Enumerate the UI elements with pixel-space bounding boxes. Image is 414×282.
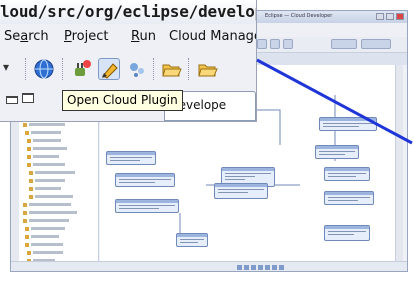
diagram-node[interactable]: [324, 225, 370, 241]
dropdown-arrow-icon[interactable]: ▾: [3, 60, 9, 74]
bubbles-icon[interactable]: [126, 58, 148, 80]
toolbar-button[interactable]: [283, 39, 293, 49]
diagram-node[interactable]: [324, 191, 374, 205]
tooltip-open-cloud-plugin: Open Cloud Plugin: [62, 90, 183, 111]
project-explorer-tree: [19, 103, 99, 271]
window-title: loud/src/org/eclipse/developer/cl: [0, 2, 256, 21]
toolbar-button[interactable]: [257, 39, 267, 49]
zoom-palette: [237, 265, 287, 270]
menu-project[interactable]: Project: [64, 29, 109, 44]
menu-cloud-manager[interactable]: Cloud Manager: [169, 29, 256, 44]
maximize-window-button[interactable]: [386, 13, 394, 20]
toolbar: ▾: [0, 48, 256, 88]
diagram-node[interactable]: [115, 173, 175, 187]
close-window-button[interactable]: [396, 13, 404, 20]
plug-icon[interactable]: [71, 58, 93, 80]
diagram-node[interactable]: [315, 145, 359, 159]
diagram-node[interactable]: [106, 151, 156, 165]
status-bar: [11, 261, 407, 271]
menu-search[interactable]: Search: [4, 29, 49, 44]
vertical-scrollbar[interactable]: [395, 65, 403, 261]
window-controls: [376, 13, 404, 20]
menu-run[interactable]: Run: [131, 29, 156, 44]
toolbar-separator: [188, 58, 189, 80]
window-title-bar: loud/src/org/eclipse/developer/cl: [0, 0, 256, 24]
diagram-node[interactable]: [319, 117, 377, 131]
toolbar-separator: [25, 58, 26, 80]
diagram-node[interactable]: [176, 233, 208, 247]
open-cloud-plugin-icon[interactable]: [98, 58, 120, 80]
folder-icon[interactable]: [196, 58, 218, 80]
open-folder-icon[interactable]: [160, 58, 182, 80]
menu-bar: Search Project Run Cloud Manager: [0, 24, 256, 48]
toolbar-separator: [62, 58, 63, 80]
diagram-node[interactable]: [214, 183, 268, 199]
ide-window-title: Eclipse — Cloud Developer: [265, 13, 333, 19]
toolbar-separator: [153, 58, 154, 80]
magnified-region: loud/src/org/eclipse/developer/cl Search…: [0, 0, 257, 122]
left-margin: [11, 103, 19, 271]
diagram-node[interactable]: [115, 199, 179, 213]
toolbar-button[interactable]: [270, 39, 280, 49]
maximize-view-icon[interactable]: [22, 93, 34, 103]
toolbar-button[interactable]: [331, 39, 357, 49]
minimize-view-icon[interactable]: [6, 96, 18, 104]
minimize-window-button[interactable]: [376, 13, 384, 20]
globe-icon[interactable]: [33, 58, 55, 80]
diagram-node[interactable]: [324, 167, 370, 181]
toolbar-button[interactable]: [361, 39, 391, 49]
